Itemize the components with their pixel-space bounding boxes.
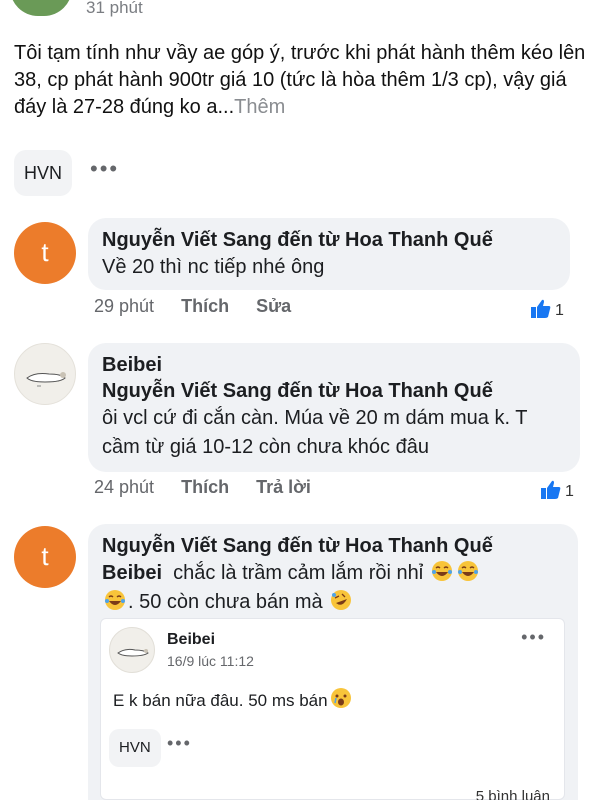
comment-text: Về 20 thì nc tiếp nhé ông [102, 256, 325, 278]
laughing-crying-emoji-icon [431, 561, 452, 581]
shared-post-text: E k bán nữa đâu. 50 ms bán [113, 687, 354, 711]
comment-avatar[interactable]: t [14, 222, 76, 284]
comment-author[interactable]: Nguyễn Viết Sang đến từ Hoa Thanh Quế [102, 378, 566, 404]
rolling-laughing-emoji-icon [331, 590, 352, 610]
comment-time: 29 phút [94, 296, 155, 316]
comment-text: chắc là trầm cảm lắm rồi nhỉ [173, 562, 424, 584]
shared-post-avatar[interactable] [109, 627, 155, 673]
comment-avatar[interactable]: t [14, 526, 76, 588]
laughing-crying-emoji-icon [457, 561, 478, 581]
comment-author[interactable]: Nguyễn Viết Sang đến từ Hoa Thanh Quế [102, 533, 564, 559]
tag-chip-hvn[interactable]: HVN [14, 150, 73, 196]
comments-count-link[interactable]: 5 bình luận [476, 788, 550, 800]
comment-actions: 29 phút Thích Sửa [94, 296, 313, 317]
shared-post-text-content: E k bán nữa đâu. 50 ms bán [113, 691, 328, 710]
reply-button[interactable]: Trả lời [256, 477, 311, 497]
see-more-link[interactable]: Thêm [234, 96, 285, 118]
comment-actions: 24 phút Thích Trả lời [94, 477, 333, 498]
post-body: Tôi tạm tính như vầy ae góp ý, trước khi… [14, 40, 589, 121]
comment-text-line1: Beibei chắc là trầm cảm lắm rồi nhỉ [102, 559, 564, 588]
comment-text: ôi vcl cứ đi cắn càn. Múa về 20 m dám mu… [102, 407, 528, 458]
scared-crying-emoji-icon [330, 688, 351, 708]
mention-link[interactable]: Beibei [102, 562, 162, 584]
more-options-icon[interactable]: ••• [521, 627, 546, 648]
sketch-avatar-icon [26, 372, 66, 387]
beibei-avatar[interactable] [14, 343, 76, 405]
shared-post-author[interactable]: Beibei [167, 631, 215, 649]
like-count[interactable]: 1 [530, 299, 564, 320]
shared-post-card[interactable]: Beibei 16/9 lúc 11:12 ••• E k bán nữa đâ… [100, 618, 565, 800]
thumbs-up-icon [531, 299, 551, 318]
more-options-icon[interactable]: ••• [167, 733, 192, 754]
like-count[interactable]: 1 [540, 480, 574, 501]
sketch-avatar-icon [117, 648, 149, 657]
comment-text-line2: . 50 còn chưa bán mà [102, 588, 564, 617]
comment-text: . 50 còn chưa bán mà [128, 591, 323, 613]
like-count-value: 1 [565, 483, 574, 500]
like-button[interactable]: Thích [181, 296, 229, 316]
thumbs-up-icon [541, 480, 561, 499]
tag-chip-hvn[interactable]: HVN [109, 729, 161, 767]
more-options-icon[interactable]: ••• [90, 156, 119, 182]
edit-button[interactable]: Sửa [256, 296, 291, 316]
comment-author[interactable]: Nguyễn Viết Sang đến từ Hoa Thanh Quế [102, 227, 556, 253]
top-user-avatar[interactable] [10, 0, 72, 16]
post-timestamp: 31 phút [86, 0, 143, 17]
comment-bubble: Beibei Nguyễn Viết Sang đến từ Hoa Thanh… [88, 343, 580, 472]
comment-time: 24 phút [94, 477, 155, 497]
shared-post-date: 16/9 lúc 11:12 [167, 653, 254, 669]
like-button[interactable]: Thích [181, 477, 229, 497]
laughing-crying-emoji-icon [105, 590, 125, 610]
post-text: Tôi tạm tính như vầy ae góp ý, trước khi… [14, 42, 586, 118]
comment-bubble: Nguyễn Viết Sang đến từ Hoa Thanh Quế Về… [88, 218, 570, 290]
comment-author-reply-from[interactable]: Beibei [102, 352, 566, 378]
like-count-value: 1 [555, 302, 564, 319]
